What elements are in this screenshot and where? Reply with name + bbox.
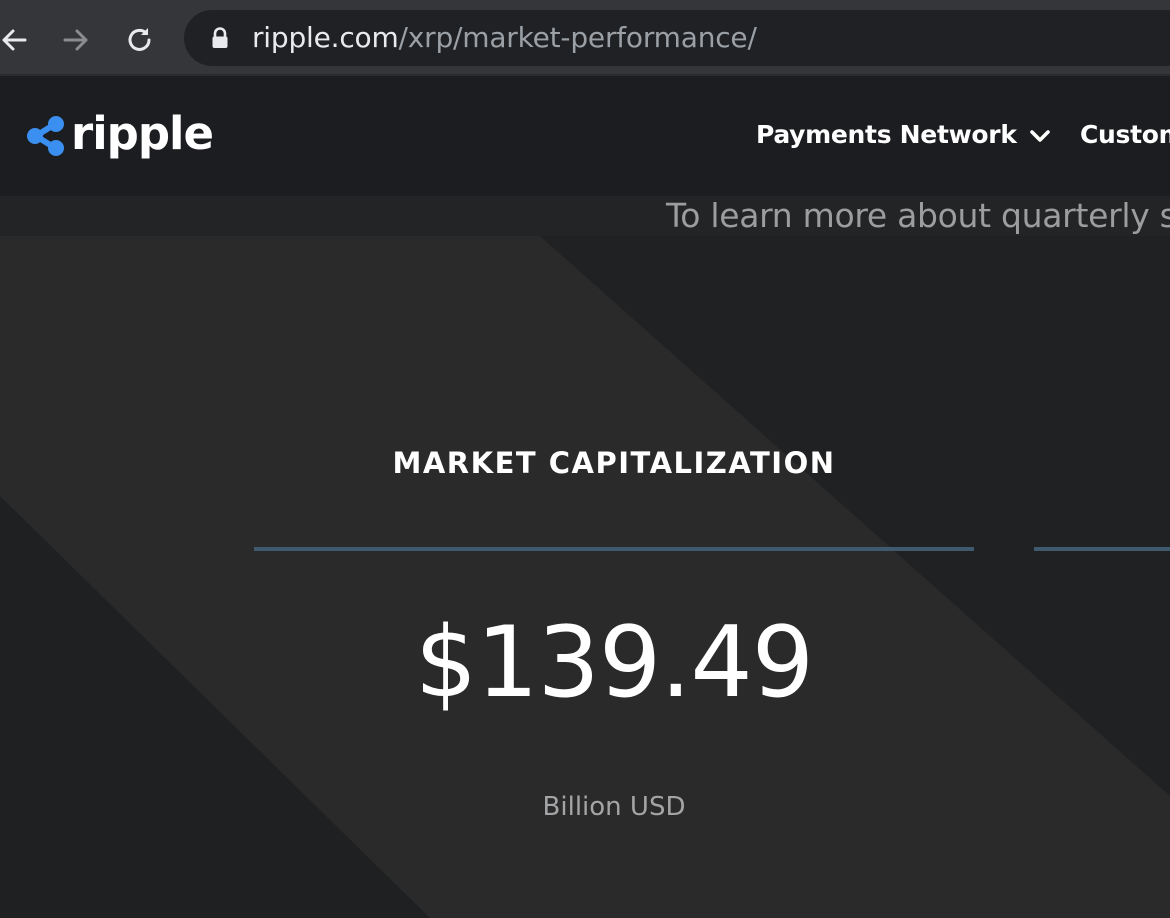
- stat-unit: Billion USD: [542, 792, 686, 822]
- logo-text: ripple: [71, 106, 214, 160]
- reload-icon: [128, 28, 151, 51]
- forward-button[interactable]: [54, 18, 98, 62]
- url-text: ripple.com/xrp/market-performance/: [252, 23, 757, 53]
- nav-customers-label: Custom: [1080, 120, 1170, 149]
- browser-toolbar: ripple.com/xrp/market-performance/: [0, 0, 1170, 76]
- stat-divider: [254, 547, 974, 551]
- ripple-logo[interactable]: ripple: [26, 106, 214, 164]
- ripple-logo-icon: [27, 116, 64, 156]
- chevron-down-icon: [1029, 129, 1050, 142]
- back-arrow-icon: [2, 29, 27, 51]
- intro-text: To learn more about quarterly sa: [666, 196, 1170, 235]
- lock-icon: [212, 27, 228, 48]
- address-bar[interactable]: ripple.com/xrp/market-performance/: [184, 10, 1170, 66]
- nav-payments-network[interactable]: Payments Network: [756, 120, 1051, 149]
- nav-customers[interactable]: Custom: [1080, 120, 1170, 149]
- back-button[interactable]: [0, 18, 36, 62]
- forward-arrow-icon: [63, 29, 88, 51]
- next-stat-divider: [1034, 547, 1170, 551]
- site-header: ripple Payments Network Custom: [0, 76, 1170, 196]
- stat-value: $139.49: [414, 606, 814, 720]
- url-host: ripple.com: [252, 21, 399, 54]
- nav-payments-network-label: Payments Network: [756, 120, 1017, 149]
- reload-button[interactable]: [118, 18, 162, 62]
- url-path: /xrp/market-performance/: [398, 21, 757, 54]
- stat-title: MARKET CAPITALIZATION: [392, 446, 836, 480]
- main-content: To learn more about quarterly sa MARKET …: [0, 196, 1170, 918]
